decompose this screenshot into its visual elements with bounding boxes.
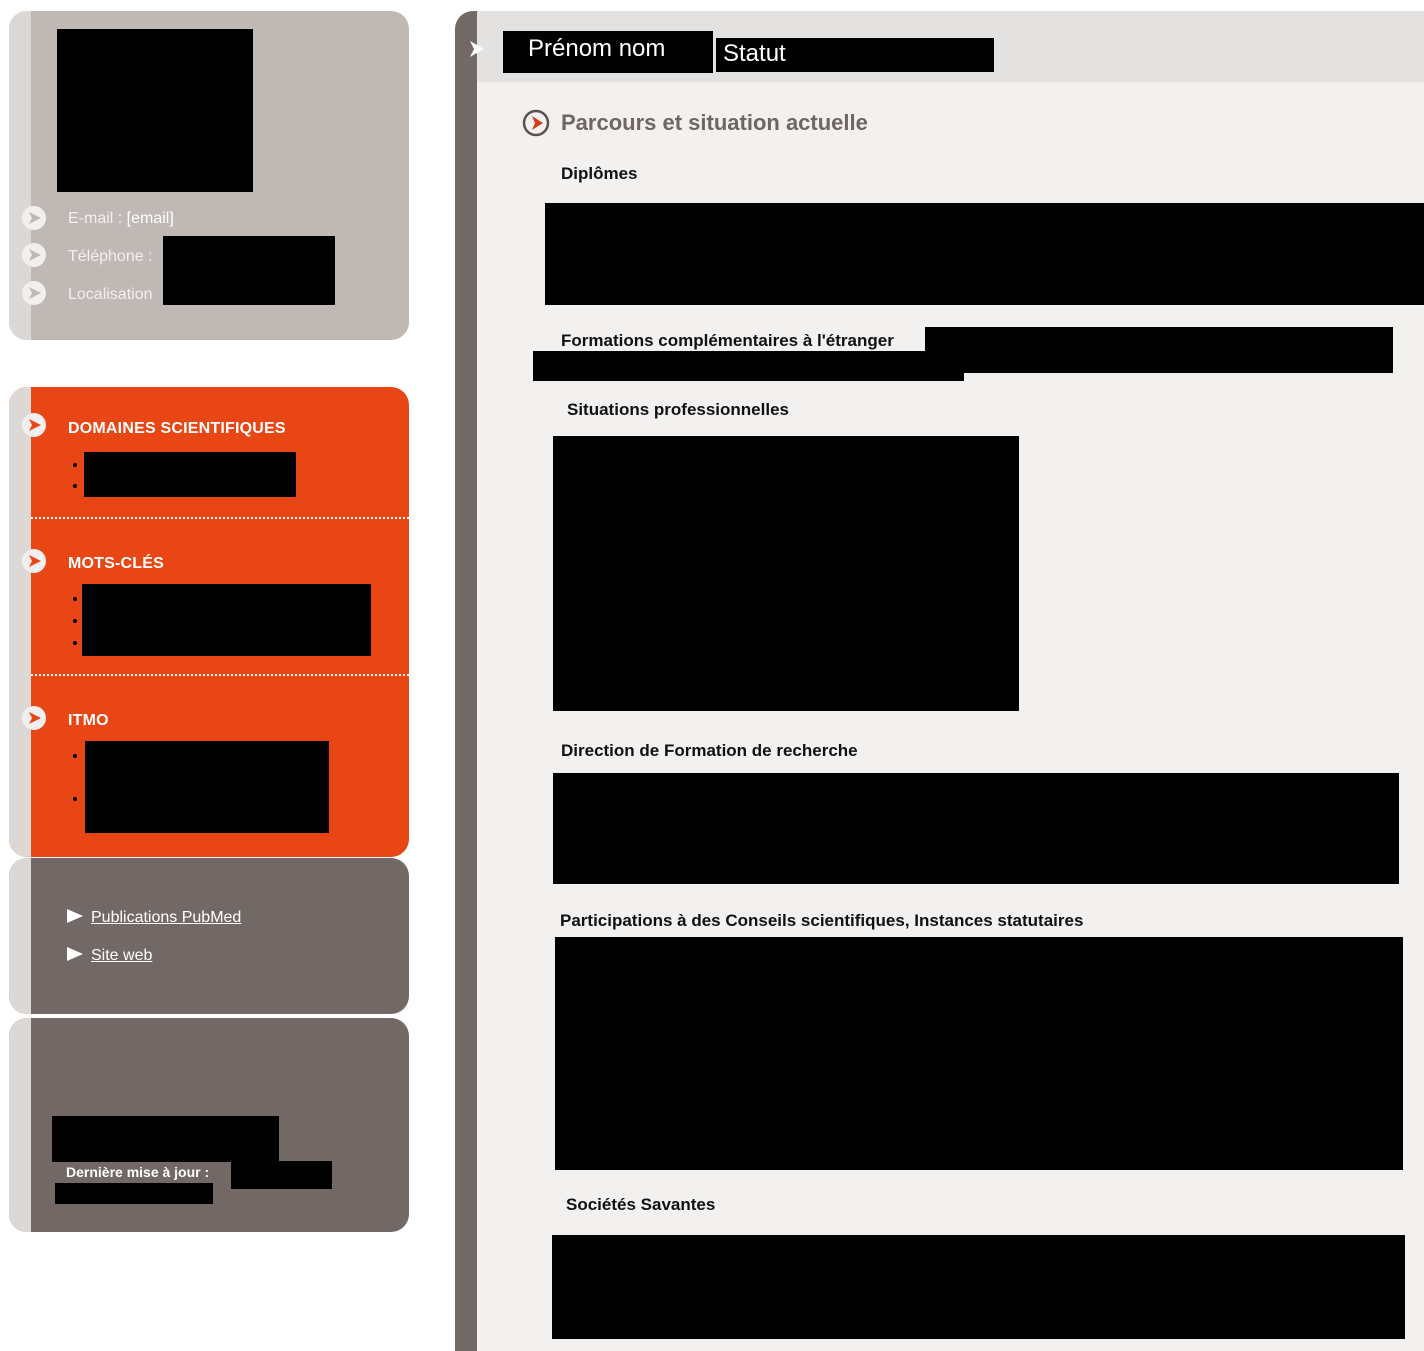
phone-location-value <box>163 236 335 305</box>
last-update-date <box>231 1161 332 1189</box>
research-training-title: Direction de Formation de recherche <box>561 741 858 760</box>
last-update-extra <box>55 1183 213 1204</box>
domains-title: DOMAINES SCIENTIFIQUES <box>68 420 286 437</box>
domains-arrow-icon <box>22 413 46 437</box>
links-card <box>9 858 409 1014</box>
person-name: Prénom nom <box>503 31 713 73</box>
website-link-row[interactable]: Site web <box>67 947 152 965</box>
domains-list <box>84 452 296 497</box>
training-abroad-content <box>925 327 1393 373</box>
list-bullet <box>73 484 77 488</box>
learned-societies-title: Sociétés Savantes <box>566 1195 716 1214</box>
website-link[interactable]: Site web <box>91 947 152 964</box>
email-link[interactable]: [email] <box>127 210 174 227</box>
diplomas-content <box>545 203 1424 305</box>
itmo-list <box>85 741 329 833</box>
categories-card-rail <box>9 387 31 857</box>
councils-content <box>555 937 1403 1170</box>
training-abroad-title: Formations complémentaires à l'étranger <box>561 331 894 351</box>
links-divider <box>31 1015 409 1017</box>
list-bullet <box>73 754 77 758</box>
professional-situations-content <box>553 436 1019 711</box>
diplomas-title: Diplômes <box>561 164 638 183</box>
email-row: E-mail : [email] <box>68 210 174 228</box>
learned-societies-content <box>552 1235 1405 1339</box>
profile-photo <box>57 29 253 192</box>
phone-arrow-icon <box>22 243 46 267</box>
main-panel-rail <box>455 11 477 1351</box>
keywords-arrow-icon <box>22 549 46 573</box>
list-bullet <box>73 463 77 467</box>
list-bullet <box>73 597 77 601</box>
professional-situations-title: Situations professionnelles <box>567 400 789 419</box>
list-bullet <box>73 797 77 801</box>
categories-divider <box>31 517 409 519</box>
training-abroad-content-2 <box>533 351 964 381</box>
itmo-arrow-icon <box>22 706 46 730</box>
last-update-label: Dernière mise à jour : <box>66 1164 210 1180</box>
keywords-title: MOTS-CLÉS <box>68 555 165 572</box>
pubmed-link[interactable]: Publications PubMed <box>91 909 241 926</box>
header-arrow-icon <box>470 41 484 57</box>
itmo-title: ITMO <box>68 712 109 729</box>
keywords-list <box>82 584 371 656</box>
arrow-right-icon <box>67 909 83 923</box>
section-play-icon <box>522 109 550 137</box>
location-label: Localisation <box>68 286 153 303</box>
email-arrow-icon <box>22 206 46 230</box>
email-label: E-mail : <box>68 210 127 227</box>
section-title: Parcours et situation actuelle <box>561 110 868 135</box>
research-training-content <box>553 773 1399 884</box>
arrow-right-icon <box>67 947 83 961</box>
links-card-rail <box>9 858 31 1014</box>
categories-divider <box>31 674 409 676</box>
pubmed-link-row[interactable]: Publications PubMed <box>67 909 241 927</box>
person-status: Statut <box>716 38 994 72</box>
update-card-rail <box>9 1018 31 1232</box>
list-bullet <box>73 619 77 623</box>
phone-label: Téléphone : <box>68 248 153 265</box>
councils-title: Participations à des Conseils scientifiq… <box>560 911 1084 930</box>
location-arrow-icon <box>22 281 46 305</box>
update-info <box>52 1116 279 1162</box>
list-bullet <box>73 641 77 645</box>
